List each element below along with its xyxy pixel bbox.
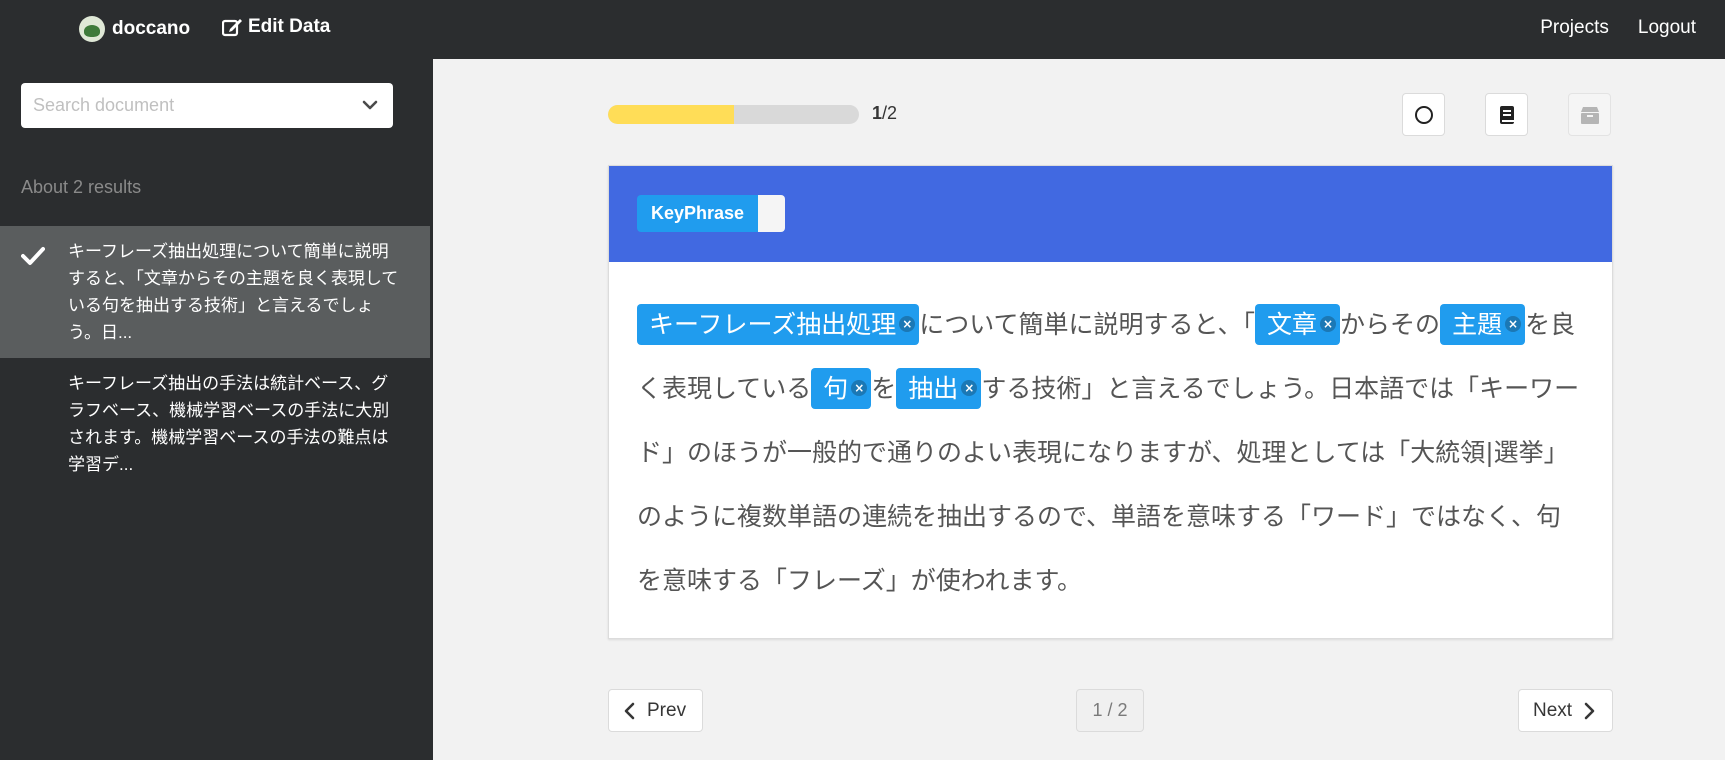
document-text[interactable]: キーフレーズ抽出処理 × について簡単に説明すると、「 文章 × からその 主題 × を良く表現…	[609, 262, 1612, 613]
remove-entity-icon[interactable]: ×	[1320, 316, 1337, 332]
progress-fill	[608, 105, 734, 124]
box-icon	[1580, 106, 1599, 124]
brand-link[interactable]: doccano	[79, 16, 190, 42]
entity-span[interactable]: 抽出 ×	[896, 368, 982, 409]
book-icon	[1499, 105, 1514, 124]
next-label: Next	[1533, 699, 1573, 721]
label-name: KeyPhrase	[637, 195, 759, 232]
progress-total: /2	[882, 103, 898, 123]
entity-span[interactable]: 文章 ×	[1255, 304, 1341, 345]
text-segment: について簡単に説明すると、「	[919, 310, 1256, 339]
label-bar: KeyPhrase	[609, 166, 1612, 262]
page-indicator: 1 / 2	[1076, 689, 1144, 732]
chevron-down-icon[interactable]	[361, 96, 379, 114]
text-segment: を	[871, 374, 897, 403]
remove-entity-icon[interactable]: ×	[961, 380, 978, 396]
entity-span[interactable]: キーフレーズ抽出処理 ×	[637, 304, 920, 345]
text-segment: する技術」と言えるでしょう。日本語では「キーワード」のほうが一般的で通りのよい表…	[637, 374, 1580, 595]
annotation-card: KeyPhrase キーフレーズ抽出処理 × について簡単に説明すると、「 文章 × から…	[608, 165, 1613, 639]
chevron-right-icon	[1584, 702, 1595, 719]
entity-text: 句	[823, 374, 849, 403]
document-snippet: キーフレーズ抽出の手法は統計ベース、グラフベース、機械学習ベースの手法に大別され…	[68, 374, 390, 474]
entity-span[interactable]: 主題 ×	[1440, 304, 1526, 345]
search-box[interactable]	[21, 83, 393, 128]
doccano-logo-icon	[79, 16, 105, 42]
chevron-left-icon	[624, 702, 635, 719]
document-list-item[interactable]: キーフレーズ抽出処理について簡単に説明すると、「文章からその主題を良く表現してい…	[0, 226, 430, 358]
entity-text: 抽出	[908, 374, 959, 403]
next-button[interactable]: Next	[1518, 689, 1613, 732]
prev-label: Prev	[647, 699, 687, 721]
progress-current: 1	[872, 103, 883, 123]
entity-text: 主題	[1452, 310, 1503, 339]
remove-entity-icon[interactable]: ×	[851, 380, 868, 396]
results-count: About 2 results	[21, 177, 142, 197]
entity-span[interactable]: 句 ×	[811, 368, 872, 409]
edit-data-link[interactable]: Edit Data	[222, 16, 330, 38]
approve-button[interactable]	[1402, 93, 1445, 136]
guideline-button[interactable]	[1485, 93, 1528, 136]
document-snippet: キーフレーズ抽出処理について簡単に説明すると、「文章からその主題を良く表現してい…	[68, 242, 399, 342]
remove-entity-icon[interactable]: ×	[1505, 316, 1522, 332]
edit-icon	[222, 19, 242, 37]
text-segment: からその	[1340, 310, 1441, 339]
entity-text: キーフレーズ抽出処理	[649, 310, 897, 339]
search-input[interactable]	[33, 95, 353, 116]
projects-link[interactable]: Projects	[1540, 17, 1609, 39]
logout-link[interactable]: Logout	[1638, 17, 1696, 39]
navbar: doccano Edit Data Projects Logout	[0, 0, 1725, 59]
document-list-item[interactable]: キーフレーズ抽出の手法は統計ベース、グラフベース、機械学習ベースの手法に大別され…	[0, 358, 430, 490]
label-shortcut	[758, 195, 786, 232]
annotation-progress-bar	[608, 105, 859, 124]
label-keyphrase[interactable]: KeyPhrase	[637, 195, 786, 232]
remove-entity-icon[interactable]: ×	[899, 316, 916, 332]
entity-text: 文章	[1267, 310, 1318, 339]
edit-data-label: Edit Data	[248, 16, 331, 37]
document-sidebar: About 2 results キーフレーズ抽出処理について簡単に説明すると、「…	[0, 59, 433, 760]
prev-button[interactable]: Prev	[608, 689, 703, 732]
progress-label: 1/2	[872, 103, 897, 124]
metadata-button[interactable]	[1568, 93, 1611, 136]
circle-icon	[1414, 105, 1433, 124]
check-icon	[21, 247, 45, 265]
brand-name: doccano	[112, 18, 191, 39]
